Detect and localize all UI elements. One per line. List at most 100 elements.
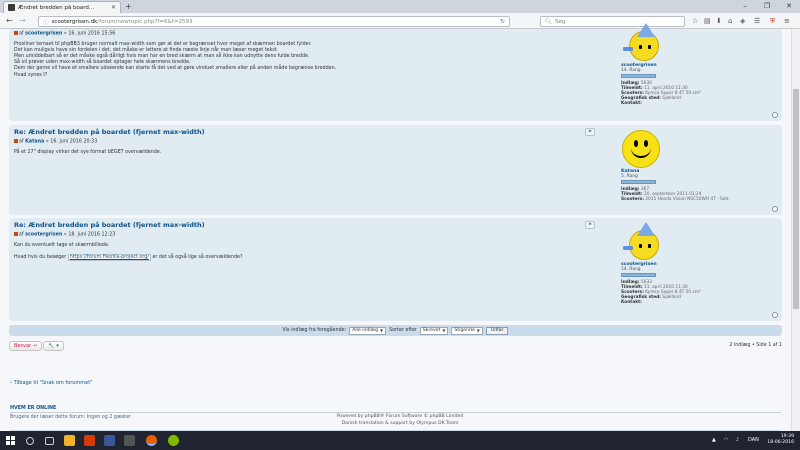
post-3: Re: Ændret bredden på boardet (fjernet m… bbox=[9, 218, 782, 321]
pagination-info: 2 indlæg • Side 1 af 1 bbox=[729, 343, 782, 348]
language-indicator[interactable]: DAN bbox=[748, 437, 759, 443]
back-to-top-icon[interactable] bbox=[772, 112, 778, 118]
post-2: Re: Ændret bredden på boardet (fjernet m… bbox=[9, 125, 782, 215]
favicon-icon bbox=[8, 4, 15, 11]
overflow-menu-icon[interactable]: ≡ bbox=[784, 17, 790, 26]
post-icon bbox=[14, 139, 18, 143]
app-icon[interactable] bbox=[168, 435, 179, 446]
post-profile: Katana 5. Rang Indlæg: 367 Tilmeldt: 20.… bbox=[621, 129, 771, 202]
back-to-forum-link[interactable]: ‹ Tilbage til "Snak om forummet" bbox=[10, 380, 93, 386]
sort-label: Sorter efter bbox=[389, 328, 417, 333]
profile-rank: 5. Rang bbox=[621, 174, 638, 179]
url-domain: scootergrisen.dk bbox=[51, 18, 98, 25]
back-to-top-icon[interactable] bbox=[772, 312, 778, 318]
window-close-icon[interactable]: ✕ bbox=[778, 0, 800, 11]
post-date: » 16. juni 2016 15:56 bbox=[63, 31, 116, 37]
wifi-icon[interactable]: ◠ bbox=[724, 437, 728, 443]
firefox-icon[interactable] bbox=[146, 435, 157, 446]
url-bar[interactable]: ⓘ scootergrisen.dk /forum/newtopic.php?f… bbox=[38, 16, 510, 27]
post-icon bbox=[14, 31, 18, 35]
post-profile: scootergrisen 14. Rang Indlæg: 5633 Tilm… bbox=[621, 222, 771, 305]
clock-date: 18-06-2016 bbox=[767, 440, 794, 445]
post-meta: af Katana » 16. juni 2016 20:33 bbox=[14, 139, 584, 145]
back-icon[interactable]: ← bbox=[6, 16, 13, 26]
post-line: Kan du eventuelt tage et skærmbillede. bbox=[14, 242, 110, 248]
rank-image bbox=[621, 74, 656, 78]
reply-button[interactable]: Besvar ↩ bbox=[9, 341, 43, 351]
profile-row: Scooters: 2015 Honda Vision NSC50WH 4T -… bbox=[621, 197, 730, 202]
clock[interactable]: 19:39 18-06-2016 bbox=[767, 434, 794, 446]
post-date: » 16. juni 2016 20:33 bbox=[45, 139, 98, 145]
quote-button[interactable]: ❝ bbox=[585, 128, 595, 136]
post-icon bbox=[14, 232, 18, 236]
network-icon[interactable]: ▲ bbox=[712, 437, 716, 443]
action-bar: Besvar ↩ 🔧 ▾ 2 indlæg • Side 1 af 1 bbox=[9, 340, 782, 352]
profile-rank: 14. Rang bbox=[621, 267, 641, 272]
post-line: Hvad synes I? bbox=[14, 72, 48, 78]
post-line: På et 27" display virker det sye format … bbox=[14, 149, 162, 155]
post-line: Hvad hvis du besøger https://forum.filez… bbox=[14, 253, 243, 261]
post-content: Prosilner temaet til phpBB3 bruger norma… bbox=[14, 42, 584, 79]
filter-label: Vis indlæg fra foregående: bbox=[282, 328, 347, 333]
maximize-icon[interactable]: ❐ bbox=[756, 0, 778, 11]
reply-icon: ↩ bbox=[33, 343, 38, 349]
search-icon: 🔍︎ bbox=[545, 18, 552, 25]
rank-image bbox=[621, 180, 656, 184]
back-to-top-icon[interactable] bbox=[772, 206, 778, 212]
post-title[interactable]: Re: Ændret bredden på boardet (fjernet m… bbox=[14, 128, 584, 136]
filter-select[interactable]: Alle indlæg ▼ bbox=[349, 326, 387, 335]
post-date: » 18. juni 2016 12:23 bbox=[63, 232, 116, 238]
file-explorer-icon[interactable] bbox=[64, 435, 75, 446]
post-author-link[interactable]: Katana bbox=[25, 140, 44, 145]
post-title[interactable]: Re: Ændret bredden på boardet (fjernet m… bbox=[14, 221, 584, 229]
translation-line: Danish translation & support by Olympus … bbox=[341, 421, 459, 426]
sort-by-select[interactable]: Skrevet ▼ bbox=[419, 326, 449, 335]
avatar[interactable] bbox=[621, 129, 661, 169]
tab-bar: Ændret bredden på board... ✕ + – ❐ ✕ bbox=[0, 0, 800, 13]
tab-title: Ændret bredden på board... bbox=[18, 4, 95, 11]
post-content: Kan du eventuelt tage et skærmbillede. H… bbox=[14, 243, 584, 261]
go-button[interactable]: Udfør bbox=[485, 326, 509, 335]
post-link[interactable]: https://forum.filezilla-project.org/ bbox=[67, 253, 151, 261]
info-icon[interactable]: ⓘ bbox=[43, 18, 49, 26]
close-tab-icon[interactable]: ✕ bbox=[111, 4, 116, 11]
online-heading: HVEM ER ONLINE bbox=[10, 406, 57, 411]
task-view-icon[interactable] bbox=[45, 437, 54, 445]
app-icon[interactable] bbox=[124, 435, 135, 446]
post-meta: af scootergrisen » 18. juni 2016 12:23 bbox=[14, 232, 584, 238]
new-tab-icon[interactable]: + bbox=[125, 2, 132, 11]
taskbar: ▲ ◠ ♪ DAN 19:39 18-06-2016 bbox=[0, 431, 800, 450]
minimize-icon[interactable]: – bbox=[734, 0, 756, 11]
avatar[interactable] bbox=[621, 222, 661, 262]
scrollbar-thumb[interactable] bbox=[793, 89, 799, 309]
chevron-down-icon: ▾ bbox=[56, 343, 59, 349]
browser-tab[interactable]: Ændret bredden på board... ✕ bbox=[3, 1, 121, 13]
url-path: /forum/newtopic.php?f=6&t=2593 bbox=[97, 18, 193, 25]
post-author-link[interactable]: scootergrisen bbox=[25, 32, 62, 37]
reload-icon[interactable]: ↻ bbox=[500, 19, 505, 25]
sort-order-select[interactable]: Stigende ▼ bbox=[451, 326, 483, 335]
quote-button[interactable]: ❝ bbox=[585, 221, 595, 229]
profile-row: Kontakt: bbox=[621, 101, 642, 106]
windows-start-icon[interactable] bbox=[6, 436, 15, 445]
topic-tools-button[interactable]: 🔧 ▾ bbox=[43, 341, 64, 351]
page-content: af scootergrisen » 16. juni 2016 15:56 P… bbox=[0, 23, 800, 441]
profile-rank: 14. Rang bbox=[621, 68, 641, 73]
avatar[interactable] bbox=[621, 23, 661, 63]
search-icon[interactable] bbox=[26, 437, 34, 445]
forward-icon[interactable]: → bbox=[19, 16, 26, 26]
divider bbox=[10, 412, 781, 413]
sort-options-bar: Vis indlæg fra foregående: Alle indlæg ▼ … bbox=[9, 325, 782, 336]
post-author-link[interactable]: scootergrisen bbox=[25, 233, 62, 238]
page-scrollbar[interactable] bbox=[791, 29, 800, 431]
volume-icon[interactable]: ♪ bbox=[736, 437, 739, 443]
app-icon[interactable] bbox=[84, 435, 95, 446]
post-profile: scootergrisen 14. Rang Indlæg: 5630 Tilm… bbox=[621, 23, 771, 106]
profile-row: Kontakt: bbox=[621, 300, 642, 305]
rank-image bbox=[621, 273, 656, 277]
post-meta: af scootergrisen » 16. juni 2016 15:56 bbox=[14, 31, 584, 37]
window-controls: – ❐ ✕ bbox=[734, 0, 800, 11]
post-content: På et 27" display virker det sye format … bbox=[14, 150, 584, 156]
search-placeholder: Søg bbox=[554, 18, 566, 25]
store-icon[interactable] bbox=[104, 435, 115, 446]
